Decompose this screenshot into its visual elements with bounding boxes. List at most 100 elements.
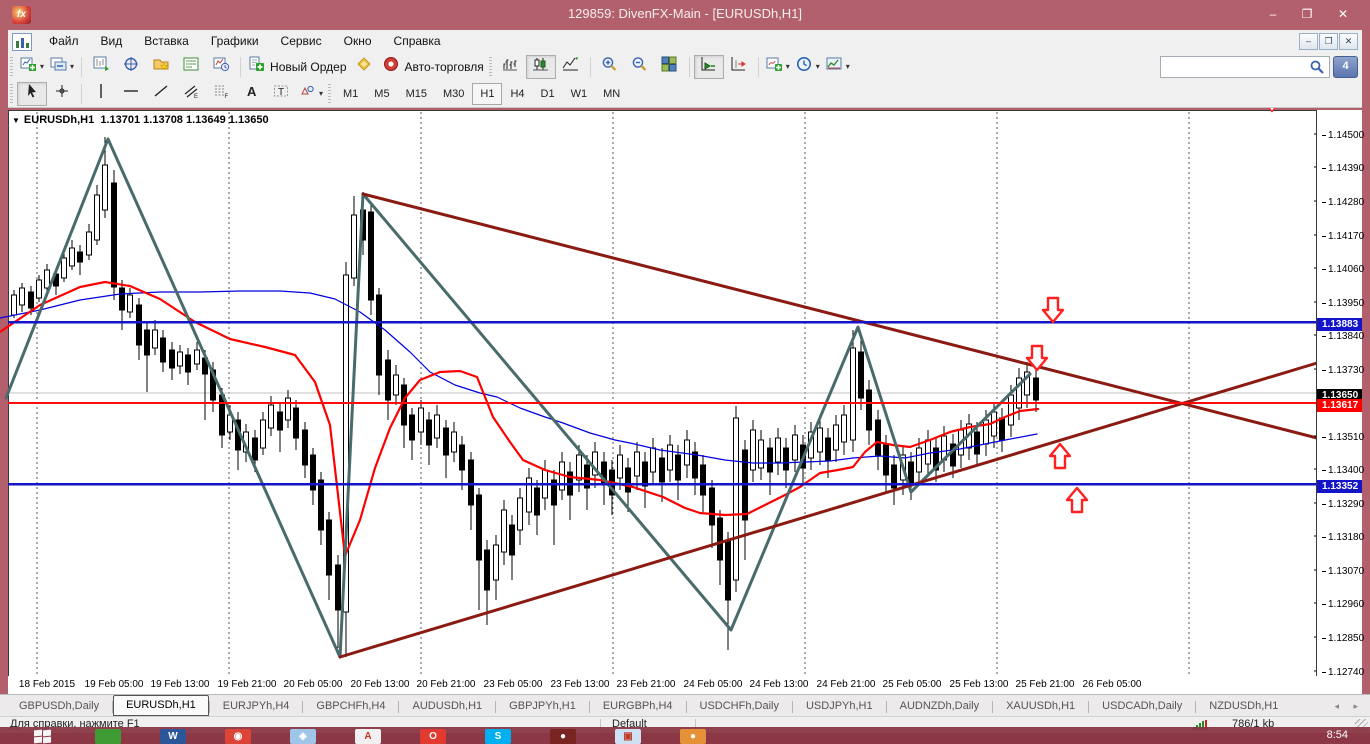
label-button[interactable]: T (266, 82, 296, 106)
time-axis[interactable]: 18 Feb 2015 19 Feb 05:00 19 Feb 13:00 19 Fe… (8, 676, 1362, 694)
chart-tab-USDCADh,Daily[interactable]: USDCADh,Daily (1089, 696, 1195, 716)
mdi-restore-button[interactable]: ❐ (1319, 33, 1338, 50)
close-button[interactable]: ✕ (1330, 5, 1356, 24)
collapse-triangle-icon[interactable]: ▼ (12, 116, 20, 125)
new-order-button[interactable]: Новый Ордер (245, 55, 349, 79)
chart-tab-EURGBPh,H4[interactable]: EURGBPh,H4 (590, 696, 686, 716)
chevron-down-icon[interactable]: ▾ (319, 89, 323, 98)
vertical-line-button[interactable] (86, 82, 116, 106)
chart-bars-button[interactable] (496, 55, 526, 79)
horizontal-line-button[interactable] (116, 82, 146, 106)
chevron-down-icon[interactable]: ▾ (816, 62, 820, 71)
windows-start-icon[interactable] (34, 729, 51, 744)
zoom-in-button[interactable] (595, 55, 625, 79)
chart-plot[interactable] (0, 108, 1370, 694)
timeframe-H4-button[interactable]: H4 (502, 83, 532, 105)
chart-system-icon[interactable] (12, 33, 32, 51)
chrome-icon[interactable]: ◉ (225, 729, 251, 744)
new-chart-button[interactable]: ▾ (17, 55, 47, 79)
tab-scroll-arrows[interactable]: ◂ ▸ (1334, 701, 1364, 712)
terminal-button[interactable] (176, 55, 206, 79)
strategy-tester-button[interactable] (206, 55, 236, 79)
skype-icon[interactable]: S (485, 729, 511, 744)
maximize-button[interactable]: ❐ (1294, 5, 1320, 24)
word-icon[interactable]: W (160, 729, 186, 744)
up-arrow-object[interactable] (1048, 442, 1072, 470)
indicators-button[interactable]: ▾ (763, 55, 793, 79)
timeframe-W1-button[interactable]: W1 (563, 83, 596, 105)
up-arrow-object[interactable] (1065, 486, 1089, 514)
chevron-down-icon[interactable]: ▾ (846, 62, 850, 71)
cursor-button[interactable] (17, 81, 47, 106)
tile-windows-button[interactable] (655, 55, 685, 79)
down-arrow-object[interactable] (1041, 296, 1065, 324)
chevron-down-icon[interactable]: ▾ (786, 62, 790, 71)
chart-tab-GBPJPYh,H1[interactable]: GBPJPYh,H1 (496, 696, 589, 716)
mdi-minimize-button[interactable]: – (1299, 33, 1318, 50)
auto-scroll-button[interactable] (693, 54, 724, 79)
timeframe-D1-button[interactable]: D1 (533, 83, 563, 105)
chart-tab-USDCHFh,Daily[interactable]: USDCHFh,Daily (687, 696, 792, 716)
toolbar-separator (688, 56, 690, 77)
timeframe-M15-button[interactable]: M15 (398, 83, 435, 105)
crosshair-button[interactable] (47, 82, 77, 106)
chart-tab-XAUUSDh,H1[interactable]: XAUUSDh,H1 (993, 696, 1088, 716)
channel-button[interactable]: E (176, 82, 206, 106)
periods-button[interactable]: ▾ (793, 55, 823, 79)
timeframe-H1-button[interactable]: H1 (472, 82, 503, 105)
chevron-down-icon[interactable]: ▾ (70, 62, 74, 71)
menu-item-Графики[interactable]: Графики (200, 30, 270, 53)
down-arrow-object[interactable] (1266, 108, 1278, 113)
chart-tab-USDJPYh,H1[interactable]: USDJPYh,H1 (793, 696, 886, 716)
text-button[interactable]: A (236, 82, 266, 106)
down-arrow-object[interactable] (1025, 344, 1049, 372)
autotrade-button[interactable]: Авто-торговля (380, 55, 487, 79)
app-orange-icon[interactable]: ● (680, 729, 706, 744)
app-blue-icon[interactable]: ◈ (290, 729, 316, 744)
minimize-button[interactable]: – (1260, 5, 1286, 24)
menu-item-Файл[interactable]: Файл (38, 30, 90, 53)
shapes-button[interactable]: ▾ (296, 82, 326, 106)
opera-icon[interactable]: O (420, 729, 446, 744)
timeframe-M1-button[interactable]: M1 (335, 83, 366, 105)
price-axis-label: 1.14170 (1322, 231, 1364, 242)
chart-shift-button[interactable] (724, 55, 754, 79)
chart-tab-GBPCHFh,H4[interactable]: GBPCHFh,H4 (303, 696, 398, 716)
chart-tab-GBPUSDh,Daily[interactable]: GBPUSDh,Daily (6, 696, 112, 716)
chart-line-button[interactable] (556, 55, 586, 79)
timeframe-MN-button[interactable]: MN (595, 83, 628, 105)
mdi-close-button[interactable]: ✕ (1339, 33, 1358, 50)
menu-item-Сервис[interactable]: Сервис (270, 30, 333, 53)
chart-tab-AUDNZDh,Daily[interactable]: AUDNZDh,Daily (887, 696, 992, 716)
templates-button[interactable]: ▾ (823, 55, 853, 79)
trendline-button[interactable] (146, 82, 176, 106)
chart-tab-EURUSDh,H1[interactable]: EURUSDh,H1 (113, 695, 209, 716)
timeframe-M5-button[interactable]: M5 (366, 83, 397, 105)
market-watch-button[interactable] (86, 55, 116, 79)
navigator-button[interactable] (146, 55, 176, 79)
menu-item-Окно[interactable]: Окно (333, 30, 383, 53)
search-input[interactable] (1160, 56, 1330, 78)
chart-candles-button[interactable] (525, 54, 556, 79)
price-axis-label: 1.13510 (1322, 432, 1364, 443)
chart-tab-NZDUSDh,H1[interactable]: NZDUSDh,H1 (1196, 696, 1291, 716)
chart-tab-AUDUSDh,H1[interactable]: AUDUSDh,H1 (399, 696, 495, 716)
profiles-button[interactable]: ▾ (47, 55, 77, 79)
data-window-button[interactable] (116, 55, 146, 79)
menu-item-Вид[interactable]: Вид (90, 30, 134, 53)
store-icon[interactable] (95, 729, 121, 744)
zoom-out-button[interactable] (625, 55, 655, 79)
metaeditor-button[interactable] (350, 55, 380, 79)
notifications-badge-button[interactable]: 4 (1333, 56, 1358, 78)
acrobat-icon[interactable]: A (355, 729, 381, 744)
explorer-icon[interactable]: ▣ (615, 729, 641, 744)
firefox-icon[interactable]: ● (550, 729, 576, 744)
chevron-down-icon[interactable]: ▾ (40, 62, 44, 71)
menu-item-Справка[interactable]: Справка (383, 30, 452, 53)
chart-ohlc-header[interactable]: ▼ EURUSDh,H1 1.13701 1.13708 1.13649 1.13… (12, 114, 269, 126)
timeframe-M30-button[interactable]: M30 (435, 83, 472, 105)
price-axis[interactable]: 1.14500 1.14390 1.14280 1.14170 1.14060 1.139… (1316, 110, 1364, 678)
fibonacci-button[interactable]: F (206, 82, 236, 106)
chart-tab-EURJPYh,H4[interactable]: EURJPYh,H4 (210, 696, 303, 716)
menu-item-Вставка[interactable]: Вставка (133, 30, 200, 53)
